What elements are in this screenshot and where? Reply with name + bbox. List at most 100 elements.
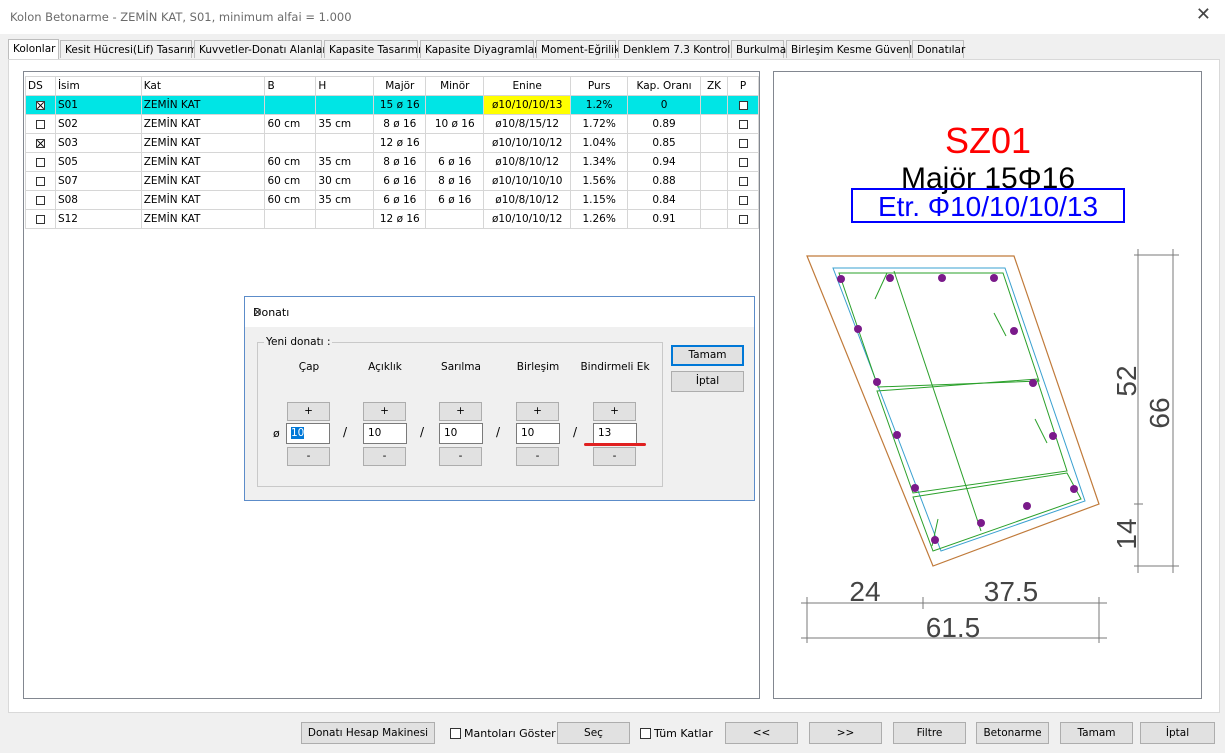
birlesim-input[interactable]: 10 bbox=[516, 423, 560, 444]
cell-kap: 0 bbox=[627, 95, 702, 115]
tab-birlesim[interactable]: Birleşim Kesme Güvenliği bbox=[786, 40, 925, 58]
col-header-minor[interactable]: Minör bbox=[425, 76, 485, 96]
ds-checkbox[interactable] bbox=[35, 119, 45, 129]
ds-checkbox[interactable] bbox=[35, 195, 45, 205]
col-header-b[interactable]: B bbox=[264, 76, 317, 96]
col-header-enine[interactable]: Enine bbox=[483, 76, 572, 96]
table-row[interactable]: S05 ZEMİN KAT 60 cm 35 cm 8 ø 16 6 ø 16 … bbox=[25, 152, 759, 172]
cell-zk bbox=[700, 171, 728, 191]
tab-denklem[interactable]: Denklem 7.3 Kontrolü bbox=[618, 40, 737, 58]
sarilma-minus-button[interactable]: - bbox=[439, 447, 482, 466]
p-checkbox[interactable] bbox=[738, 157, 748, 167]
cancel-button[interactable]: İptal bbox=[1140, 722, 1215, 744]
tab-burkulma[interactable]: Burkulma bbox=[731, 40, 786, 58]
p-checkbox[interactable] bbox=[738, 176, 748, 186]
col-header-isim[interactable]: İsim bbox=[54, 76, 142, 96]
tab-kapasite-tasarimi[interactable]: Kapasite Tasarımı bbox=[324, 40, 421, 58]
sarilma-input[interactable]: 10 bbox=[439, 423, 483, 444]
cell-isim: S02 bbox=[54, 114, 142, 134]
table-row[interactable]: S01 ZEMİN KAT 15 ø 16 ø10/10/10/13 1.2% … bbox=[25, 95, 759, 115]
cell-enine: ø10/10/10/12 bbox=[483, 209, 572, 229]
bindirmeli-plus-button[interactable]: + bbox=[593, 402, 636, 421]
table-row[interactable]: S12 ZEMİN KAT 12 ø 16 ø10/10/10/12 1.26%… bbox=[25, 209, 759, 229]
ds-checkbox[interactable] bbox=[35, 157, 45, 167]
cell-purs: 1.26% bbox=[570, 209, 629, 229]
cap-plus-button[interactable]: + bbox=[287, 402, 330, 421]
cap-input[interactable]: 10 bbox=[286, 423, 330, 444]
table-row[interactable]: S08 ZEMİN KAT 60 cm 35 cm 6 ø 16 6 ø 16 … bbox=[25, 190, 759, 210]
cell-minor: 10 ø 16 bbox=[425, 114, 485, 134]
p-checkbox[interactable] bbox=[738, 214, 748, 224]
all-floors-checkbox[interactable]: Tüm Katlar bbox=[640, 727, 713, 740]
ok-button[interactable]: Tamam bbox=[1060, 722, 1133, 744]
title-bar: Kolon Betonarme - ZEMİN KAT, S01, minimu… bbox=[0, 0, 1225, 34]
p-checkbox[interactable] bbox=[738, 119, 748, 129]
p-checkbox[interactable] bbox=[738, 100, 748, 110]
cell-enine: ø10/8/10/12 bbox=[483, 190, 572, 210]
calculator-button[interactable]: Donatı Hesap Makinesi bbox=[301, 722, 435, 744]
cell-b: 60 cm bbox=[264, 114, 317, 134]
col-header-kat[interactable]: Kat bbox=[140, 76, 266, 96]
col-header-purs[interactable]: Purs bbox=[570, 76, 629, 96]
tab-kolonlar[interactable]: Kolonlar bbox=[8, 39, 59, 60]
ds-checkbox[interactable] bbox=[35, 100, 45, 110]
cell-kat: ZEMİN KAT bbox=[140, 95, 266, 115]
p-checkbox[interactable] bbox=[738, 195, 748, 205]
cell-h bbox=[315, 95, 375, 115]
tab-donatilar[interactable]: Donatılar bbox=[912, 40, 965, 58]
tab-moment-egrilik[interactable]: Moment-Eğrilik bbox=[536, 40, 620, 58]
ds-checkbox[interactable] bbox=[35, 214, 45, 224]
birlesim-plus-button[interactable]: + bbox=[516, 402, 559, 421]
cell-h bbox=[315, 133, 375, 153]
bindirmeli-minus-button[interactable]: - bbox=[593, 447, 636, 466]
table-row[interactable]: S07 ZEMİN KAT 60 cm 30 cm 6 ø 16 8 ø 16 … bbox=[25, 171, 759, 191]
col-header-major[interactable]: Majör bbox=[373, 76, 427, 96]
close-icon[interactable]: ✕ bbox=[1196, 4, 1211, 25]
ds-checkbox[interactable] bbox=[35, 138, 45, 148]
cell-b: 60 cm bbox=[264, 171, 317, 191]
select-button[interactable]: Seç bbox=[557, 722, 630, 744]
dim-w-total: 61.5 bbox=[926, 612, 981, 643]
col-header-kap[interactable]: Kap. Oranı bbox=[627, 76, 702, 96]
col-header-h[interactable]: H bbox=[315, 76, 375, 96]
table-row[interactable]: S03 ZEMİN KAT 12 ø 16 ø10/10/10/12 1.04%… bbox=[25, 133, 759, 153]
cell-purs: 1.72% bbox=[570, 114, 629, 134]
cell-h: 30 cm bbox=[315, 171, 375, 191]
dialog-cancel-button[interactable]: İptal bbox=[671, 371, 744, 392]
p-checkbox[interactable] bbox=[738, 138, 748, 148]
cell-zk bbox=[700, 190, 728, 210]
col-header-zk[interactable]: ZK bbox=[700, 76, 728, 96]
concrete-button[interactable]: Betonarme bbox=[976, 722, 1049, 744]
sarilma-plus-button[interactable]: + bbox=[439, 402, 482, 421]
dim-h1: 52 bbox=[1111, 365, 1142, 396]
show-jackets-checkbox[interactable]: Mantoları Göster bbox=[450, 727, 556, 740]
cell-minor: 8 ø 16 bbox=[425, 171, 485, 191]
cell-major: 15 ø 16 bbox=[373, 95, 427, 115]
aciklik-plus-button[interactable]: + bbox=[363, 402, 406, 421]
cell-zk bbox=[700, 133, 728, 153]
filter-button[interactable]: Filtre bbox=[893, 722, 966, 744]
cap-minus-button[interactable]: - bbox=[287, 447, 330, 466]
tab-kuvvetler[interactable]: Kuvvetler-Donatı Alanları bbox=[194, 40, 330, 58]
dialog-ok-button[interactable]: Tamam bbox=[671, 345, 744, 366]
col-header-p[interactable]: P bbox=[727, 76, 759, 96]
cell-kap: 0.89 bbox=[627, 114, 702, 134]
col-header-ds[interactable]: DS bbox=[25, 76, 56, 96]
rebar-dots bbox=[837, 274, 1078, 544]
donati-dialog[interactable]: Donatı ✕ Yeni donatı : Çap Açıklık Sarıl… bbox=[244, 296, 755, 501]
aciklik-input[interactable]: 10 bbox=[363, 423, 407, 444]
bindirmeli-input[interactable]: 13 bbox=[593, 423, 637, 444]
close-icon[interactable]: ✕ bbox=[253, 306, 744, 319]
tab-kapasite-diyagramlari[interactable]: Kapasite Diyagramları bbox=[420, 40, 541, 58]
birlesim-minus-button[interactable]: - bbox=[516, 447, 559, 466]
tab-kesit-hucresi[interactable]: Kesit Hücresi(Lif) Tasarımı bbox=[60, 40, 200, 58]
next-button[interactable]: >> bbox=[809, 722, 882, 744]
table-row[interactable]: S02 ZEMİN KAT 60 cm 35 cm 8 ø 16 10 ø 16… bbox=[25, 114, 759, 134]
prev-button[interactable]: << bbox=[725, 722, 798, 744]
cell-major: 8 ø 16 bbox=[373, 152, 427, 172]
cell-kat: ZEMİN KAT bbox=[140, 133, 266, 153]
cell-kap: 0.84 bbox=[627, 190, 702, 210]
ds-checkbox[interactable] bbox=[35, 176, 45, 186]
aciklik-minus-button[interactable]: - bbox=[363, 447, 406, 466]
window-title: Kolon Betonarme - ZEMİN KAT, S01, minimu… bbox=[10, 10, 352, 24]
